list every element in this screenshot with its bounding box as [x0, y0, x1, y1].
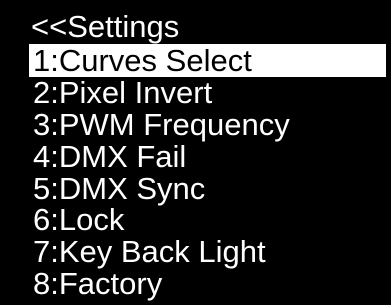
lcd-screen: <<Settings 1:Curves Select 2:Pixel Inver…	[0, 0, 391, 305]
menu-item-curves-select[interactable]: 1:Curves Select	[29, 44, 386, 77]
menu-item-dmx-fail[interactable]: 4:DMX Fail	[31, 140, 386, 173]
menu-item-factory[interactable]: 8:Factory	[31, 267, 386, 300]
menu-item-dmx-sync[interactable]: 5:DMX Sync	[31, 172, 386, 205]
menu-item-lock[interactable]: 6:Lock	[31, 203, 386, 236]
menu-item-pixel-invert[interactable]: 2:Pixel Invert	[31, 76, 386, 109]
back-settings-title[interactable]: <<Settings	[31, 10, 179, 43]
menu-item-pwm-frequency[interactable]: 3:PWM Frequency	[31, 108, 386, 141]
menu-item-key-back-light[interactable]: 7:Key Back Light	[31, 235, 386, 268]
